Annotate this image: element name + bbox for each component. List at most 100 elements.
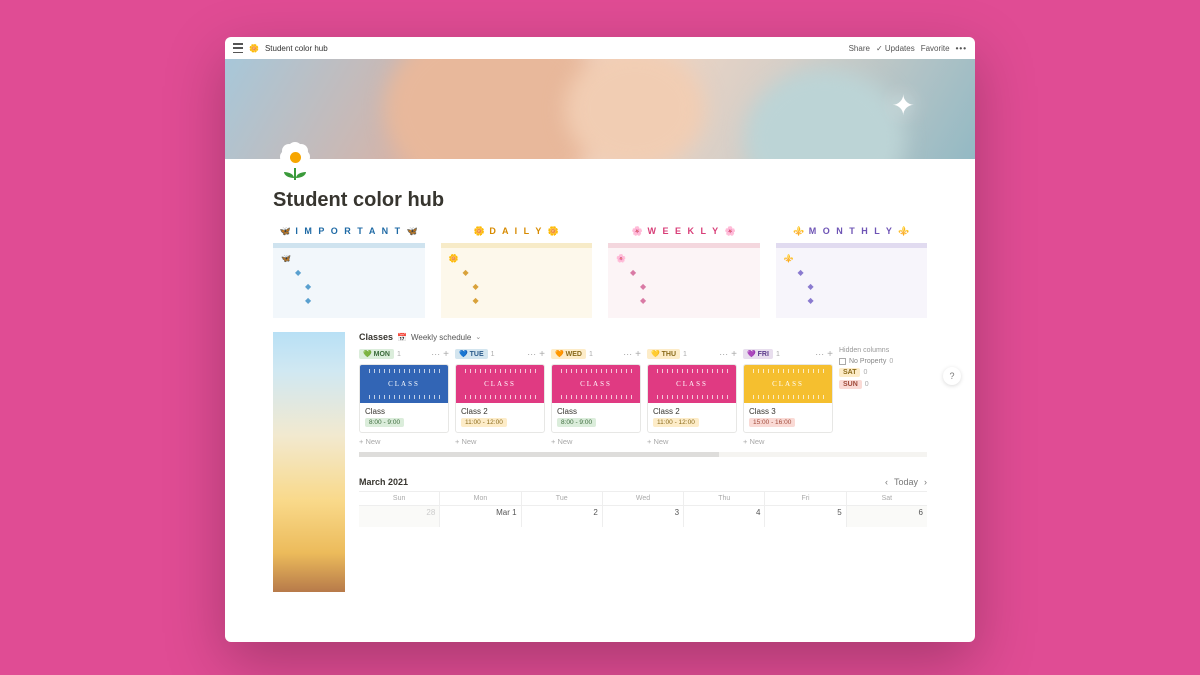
day-tag[interactable]: 💙 TUE xyxy=(455,349,488,359)
column-more-icon[interactable]: ⋯ xyxy=(815,349,824,360)
weekday-label: Wed xyxy=(603,492,683,505)
hidden-columns-label[interactable]: Hidden columns xyxy=(839,347,904,354)
bullet-icon: ◆ xyxy=(640,282,752,291)
weekday-label: Fri xyxy=(765,492,845,505)
class-card[interactable]: CLASSClass8:00 - 9:00 xyxy=(359,364,449,433)
class-card[interactable]: CLASSClass 315:00 - 16:00 xyxy=(743,364,833,433)
bullet-icon: ◆ xyxy=(640,296,752,305)
block-body[interactable]: 🌸◆◆◆ xyxy=(608,248,760,318)
calendar-day[interactable]: 2 xyxy=(522,505,602,527)
noprop-count: 0 xyxy=(889,358,893,365)
card-title: Class 2 xyxy=(653,407,731,416)
today-button[interactable]: Today xyxy=(894,477,918,487)
new-card-button[interactable]: New xyxy=(359,437,449,446)
new-card-button[interactable]: New xyxy=(551,437,641,446)
column-count: 0 xyxy=(863,369,867,376)
calendar-day[interactable]: 5 xyxy=(765,505,845,527)
share-button[interactable]: Share xyxy=(849,44,870,53)
column-count: 1 xyxy=(776,351,780,358)
bullet-icon: ◆ xyxy=(295,268,417,277)
favorite-button[interactable]: Favorite xyxy=(921,44,950,53)
calendar-day[interactable]: 28 xyxy=(359,505,439,527)
noprop-label[interactable]: No Property xyxy=(849,358,886,365)
day-tag[interactable]: 💚 MON xyxy=(359,349,394,359)
class-card[interactable]: CLASSClass 211:00 - 12:00 xyxy=(455,364,545,433)
block-heading[interactable]: ⚜️ M O N T H L Y ⚜️ xyxy=(776,226,928,240)
bullet-icon: ◆ xyxy=(305,282,417,291)
weekday-label: Tue xyxy=(522,492,602,505)
new-card-button[interactable]: New xyxy=(647,437,737,446)
bullet-icon: ◆ xyxy=(473,296,585,305)
column-count: 0 xyxy=(865,381,869,388)
help-button[interactable]: ? xyxy=(943,367,961,385)
weekday-label: Sun xyxy=(359,492,439,505)
block-deco-icon: 🦋 xyxy=(407,226,418,236)
day-tag[interactable]: 🧡 WED xyxy=(551,349,586,359)
day-tag[interactable]: SAT xyxy=(839,368,860,377)
day-tag[interactable]: SUN xyxy=(839,380,862,389)
card-cover: CLASS xyxy=(744,365,832,403)
card-cover: CLASS xyxy=(648,365,736,403)
column-more-icon[interactable]: ⋯ xyxy=(719,349,728,360)
page-icon[interactable] xyxy=(280,142,316,178)
column-add-icon[interactable]: + xyxy=(539,349,545,360)
bullet-icon: ◆ xyxy=(808,296,920,305)
column-count: 1 xyxy=(683,351,687,358)
butterfly-icon: ✦ xyxy=(892,89,915,122)
more-menu-icon[interactable]: ••• xyxy=(956,44,967,53)
cover-image[interactable]: ✦ xyxy=(225,59,975,159)
sidebar-toggle-icon[interactable] xyxy=(233,43,243,53)
database-title[interactable]: Classes xyxy=(359,332,393,342)
column-more-icon[interactable]: ⋯ xyxy=(527,349,536,360)
calendar-day[interactable]: 3 xyxy=(603,505,683,527)
card-cover: CLASS xyxy=(456,365,544,403)
block-deco-icon: ⚜️ xyxy=(898,226,909,236)
block-deco-icon: 🌼 xyxy=(548,226,559,236)
block-body[interactable]: ⚜️◆◆◆ xyxy=(776,248,928,318)
calendar-day[interactable]: 4 xyxy=(684,505,764,527)
column-more-icon[interactable]: ⋯ xyxy=(431,349,440,360)
card-title: Class 2 xyxy=(461,407,539,416)
page-title[interactable]: Student color hub xyxy=(273,189,927,212)
block-body[interactable]: 🦋◆◆◆ xyxy=(273,248,425,318)
next-month-icon[interactable]: › xyxy=(924,477,927,487)
updates-button[interactable]: Updates xyxy=(876,44,915,53)
column-add-icon[interactable]: + xyxy=(443,349,449,360)
view-icon: 📅 xyxy=(397,333,407,342)
calendar-month[interactable]: March 2021 xyxy=(359,477,408,487)
block-deco-icon: ⚜️ xyxy=(793,226,804,236)
calendar-day[interactable]: Mar 1 xyxy=(440,505,520,527)
weekday-label: Thu xyxy=(684,492,764,505)
new-card-button[interactable]: New xyxy=(455,437,545,446)
block-heading[interactable]: 🌸 W E E K L Y 🌸 xyxy=(608,226,760,240)
column-add-icon[interactable]: + xyxy=(827,349,833,360)
day-tag[interactable]: 💛 THU xyxy=(647,349,680,359)
bullet-icon: ◆ xyxy=(808,282,920,291)
card-time: 8:00 - 9:00 xyxy=(365,418,404,427)
column-more-icon[interactable]: ⋯ xyxy=(623,349,632,360)
block-body[interactable]: 🌼◆◆◆ xyxy=(441,248,593,318)
chevron-down-icon[interactable]: ⌄ xyxy=(475,333,481,341)
card-cover: CLASS xyxy=(552,365,640,403)
class-card[interactable]: CLASSClass8:00 - 9:00 xyxy=(551,364,641,433)
class-card[interactable]: CLASSClass 211:00 - 12:00 xyxy=(647,364,737,433)
column-add-icon[interactable]: + xyxy=(635,349,641,360)
breadcrumb[interactable]: Student color hub xyxy=(265,44,328,53)
day-tag[interactable]: 💜 FRI xyxy=(743,349,773,359)
prev-month-icon[interactable]: ‹ xyxy=(885,477,888,487)
block-item-icon: 🌼 xyxy=(449,254,459,263)
bullet-icon: ◆ xyxy=(630,268,752,277)
card-time: 8:00 - 9:00 xyxy=(557,418,596,427)
view-selector[interactable]: Weekly schedule xyxy=(411,333,471,342)
card-title: Class 3 xyxy=(749,407,827,416)
column-count: 1 xyxy=(491,351,495,358)
block-heading[interactable]: 🦋 I M P O R T A N T 🦋 xyxy=(273,226,425,240)
block-deco-icon: 🌸 xyxy=(725,226,736,236)
noprop-icon xyxy=(839,358,846,365)
block-deco-icon: 🌸 xyxy=(632,226,643,236)
calendar-day[interactable]: 6 xyxy=(847,505,927,527)
new-card-button[interactable]: New xyxy=(743,437,833,446)
column-add-icon[interactable]: + xyxy=(731,349,737,360)
horizontal-scrollbar[interactable] xyxy=(359,452,927,457)
block-heading[interactable]: 🌼 D A I L Y 🌼 xyxy=(441,226,593,240)
